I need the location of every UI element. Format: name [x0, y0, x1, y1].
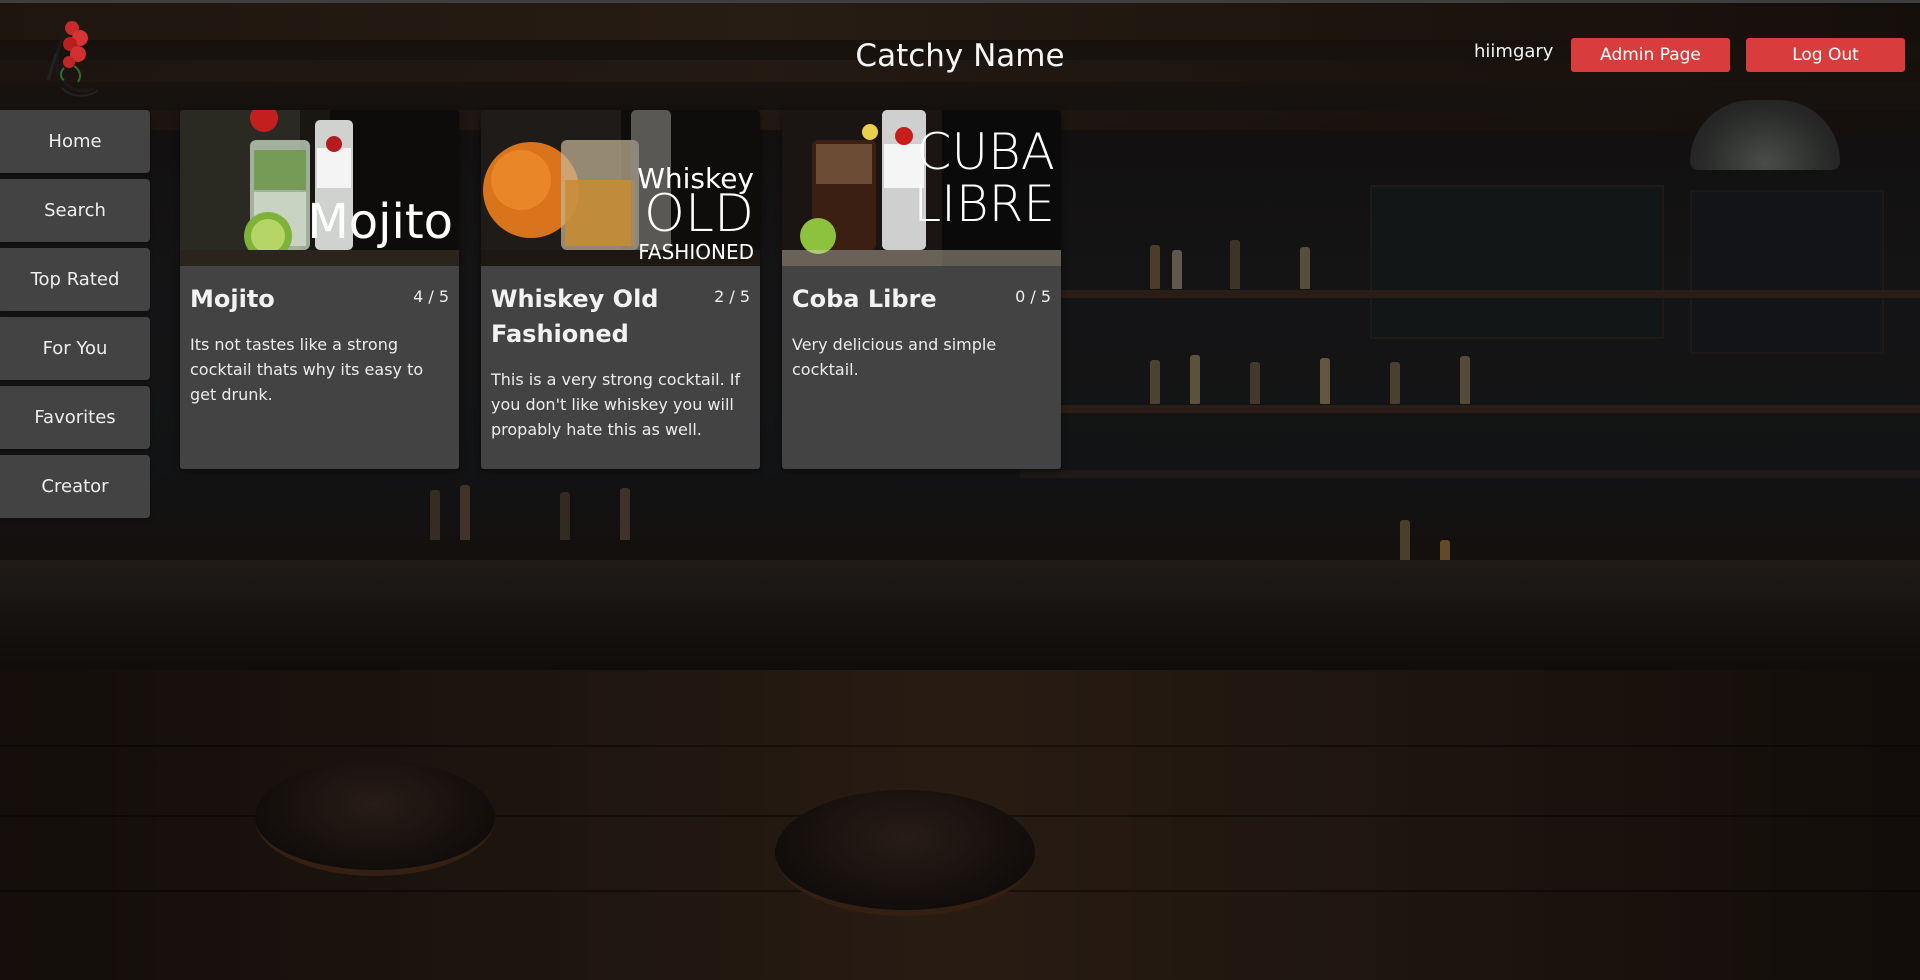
admin-page-button[interactable]: Admin Page [1571, 38, 1730, 72]
card-title: Whiskey Old Fashioned [491, 285, 659, 348]
image-caption-mid: OLD [644, 184, 754, 244]
image-caption-bottom: FASHIONED [638, 240, 754, 264]
card-title: Mojito [190, 285, 275, 313]
username-label: hiimgary [1474, 41, 1554, 62]
sidebar-item-for-you[interactable]: For You [0, 317, 150, 380]
cocktail-card[interactable]: Mojito Mojito 4 / 5 Its not tastes like … [180, 110, 459, 469]
sidebar-nav: Home Search Top Rated For You Favorites … [0, 110, 150, 524]
card-rating: 4 / 5 [413, 287, 449, 306]
image-caption-top: CUBA [916, 123, 1055, 181]
card-title: Coba Libre [792, 285, 937, 313]
sidebar-item-creator[interactable]: Creator [0, 455, 150, 518]
cocktail-image: CUBA LIBRE [782, 110, 1061, 266]
card-description: Its not tastes like a strong cocktail th… [190, 335, 424, 404]
card-description: Very delicious and simple cocktail. [792, 335, 997, 379]
image-caption-bottom: LIBRE [913, 175, 1055, 233]
logout-button[interactable]: Log Out [1746, 38, 1905, 72]
card-rating: 0 / 5 [1015, 287, 1051, 306]
rose-logo-icon[interactable] [36, 18, 112, 100]
image-caption: Mojito [307, 194, 453, 250]
cocktail-image: Mojito [180, 110, 459, 266]
sidebar-item-top-rated[interactable]: Top Rated [0, 248, 150, 311]
sidebar-item-search[interactable]: Search [0, 179, 150, 242]
site-title: Catchy Name [855, 38, 1065, 74]
sidebar-item-favorites[interactable]: Favorites [0, 386, 150, 449]
cocktail-card[interactable]: CUBA LIBRE Coba Libre 0 / 5 Very delicio… [782, 110, 1061, 469]
card-rating: 2 / 5 [714, 287, 750, 306]
card-description: This is a very strong cocktail. If you d… [491, 370, 741, 439]
sidebar-item-home[interactable]: Home [0, 110, 150, 173]
cocktail-image: Whiskey OLD FASHIONED [481, 110, 760, 266]
cocktail-card[interactable]: Whiskey OLD FASHIONED Whiskey Old Fashio… [481, 110, 760, 469]
top-border [0, 0, 1920, 3]
